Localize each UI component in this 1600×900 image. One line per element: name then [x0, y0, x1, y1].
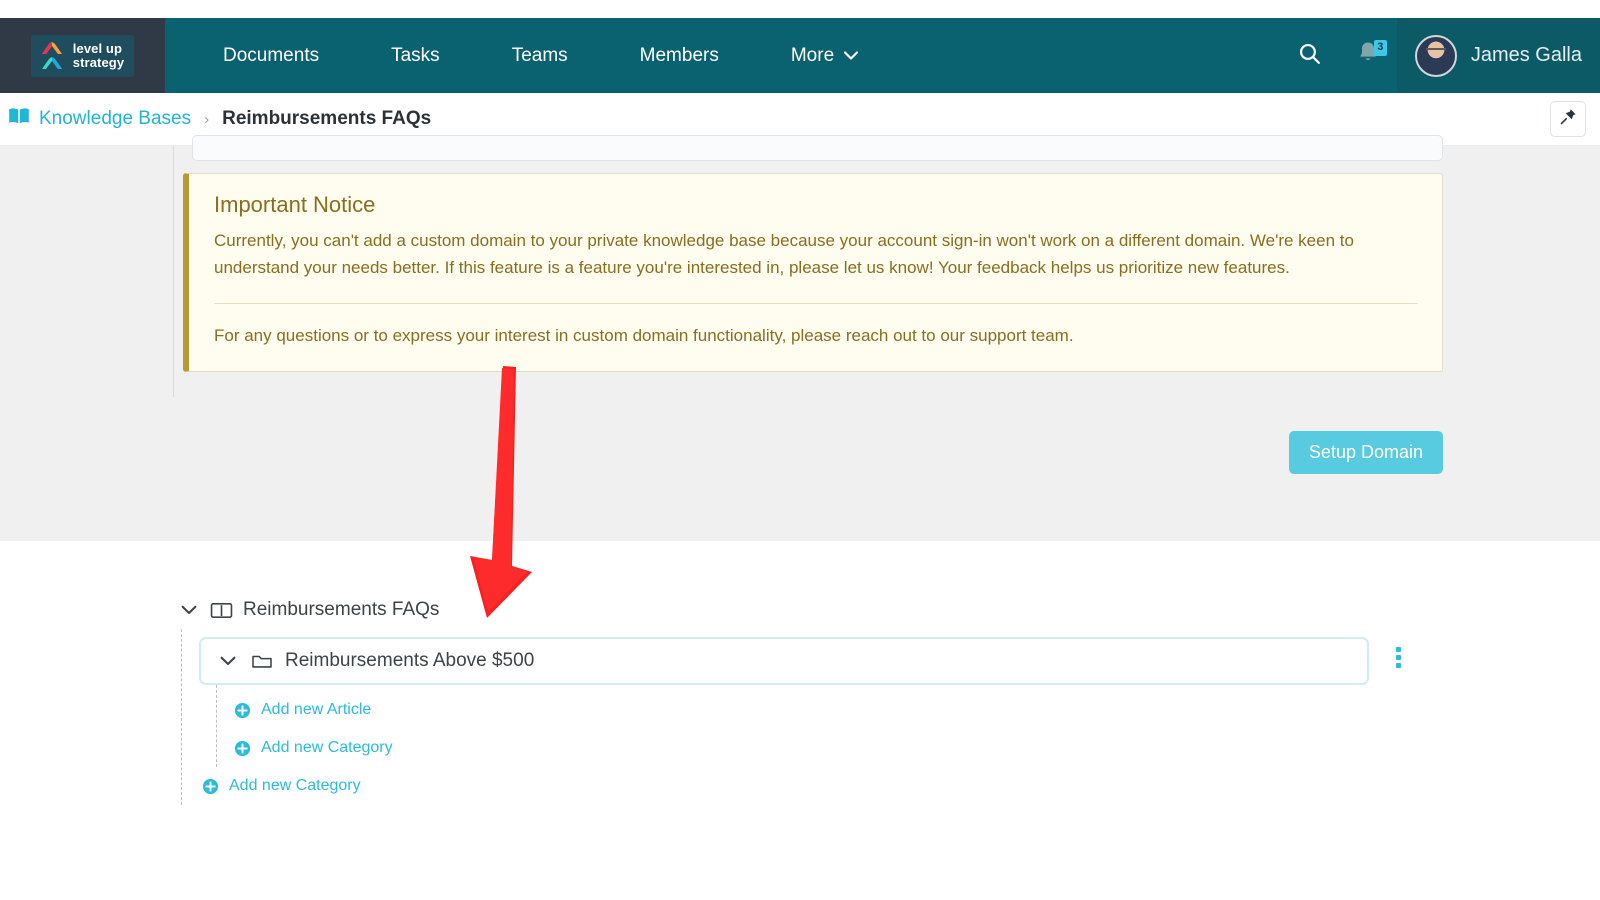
- notice-paragraph-2: For any questions or to express your int…: [214, 326, 1074, 345]
- domain-settings-panel: Important Notice Currently, you can't ad…: [0, 135, 1600, 541]
- notification-badge: 3: [1373, 40, 1387, 56]
- add-new-category-action-root[interactable]: Add new Category: [184, 767, 361, 805]
- nav-item-members[interactable]: Members: [604, 18, 755, 93]
- clipped-input-field[interactable]: [192, 135, 1443, 161]
- tree-root-row[interactable]: Reimbursements FAQs: [178, 591, 1600, 629]
- panel-left-rule: [173, 146, 174, 397]
- notice-title: Important Notice: [214, 192, 376, 217]
- folder-icon: [251, 652, 273, 670]
- nav-item-tasks-label: Tasks: [391, 44, 440, 66]
- user-name-label: James Galla: [1470, 44, 1582, 66]
- add-new-article-label: Add new Article: [261, 701, 372, 718]
- pin-button[interactable]: [1550, 101, 1586, 137]
- add-new-category-label-sub: Add new Category: [261, 739, 393, 756]
- book-open-icon: [210, 601, 233, 620]
- logo-text-line1: level up: [72, 40, 123, 56]
- tree-category-node-selected[interactable]: Reimbursements Above $500: [199, 637, 1369, 685]
- notice-paragraph-1: Currently, you can't add a custom domain…: [214, 231, 1354, 277]
- main-navigation-bar: level up strategy Documents Tasks Teams …: [0, 18, 1600, 93]
- setup-domain-button[interactable]: Setup Domain: [1288, 431, 1443, 474]
- nav-item-teams-label: Teams: [511, 44, 568, 66]
- knowledge-base-tree: Reimbursements FAQs Reimbursements Above…: [0, 541, 1600, 900]
- add-new-category-action-sub[interactable]: Add new Category: [216, 729, 393, 767]
- brand-logo[interactable]: level up strategy: [0, 18, 165, 93]
- tree-guide-line-sub: [216, 685, 217, 767]
- breadcrumb-knowledge-bases-label: Knowledge Bases: [39, 108, 192, 129]
- nav-item-more[interactable]: More: [755, 18, 894, 93]
- nav-item-members-label: Members: [639, 44, 719, 66]
- pin-icon: [1560, 108, 1577, 130]
- add-new-category-label-root: Add new Category: [229, 777, 361, 794]
- search-button[interactable]: [1281, 18, 1339, 93]
- breadcrumb-knowledge-bases[interactable]: Knowledge Bases: [8, 107, 191, 131]
- nav-item-documents[interactable]: Documents: [187, 18, 355, 93]
- setup-domain-row: Setup Domain: [1288, 431, 1443, 474]
- top-white-strip: [0, 0, 1600, 18]
- tree-root-label: Reimbursements FAQs: [243, 599, 440, 620]
- chevron-down-icon[interactable]: [178, 599, 200, 621]
- important-notice-callout: Important Notice Currently, you can't ad…: [183, 173, 1443, 372]
- user-menu[interactable]: James Galla: [1396, 18, 1600, 93]
- nav-item-documents-label: Documents: [223, 44, 320, 66]
- tree-category-children: Add new Article Add new Category: [216, 685, 1600, 767]
- plus-circle-icon: [234, 740, 251, 757]
- notice-divider: [214, 303, 1418, 304]
- logo-text-line2: strategy: [72, 54, 125, 70]
- chevron-down-icon: [844, 47, 859, 64]
- nav-links: Documents Tasks Teams Members More: [165, 18, 1281, 93]
- tree-category-label: Reimbursements Above $500: [285, 650, 535, 671]
- nav-item-tasks[interactable]: Tasks: [355, 18, 476, 93]
- tree-category-row: Reimbursements Above $500: [181, 629, 1600, 685]
- nav-item-more-label: More: [790, 44, 835, 66]
- breadcrumb-separator: ›: [204, 110, 210, 128]
- tree-root-children: Reimbursements Above $500 Add new Articl: [181, 629, 1600, 805]
- avatar: [1414, 34, 1457, 77]
- nav-right-cluster: 3 James Galla: [1281, 18, 1600, 93]
- chevrons-logo-icon: [39, 41, 65, 71]
- search-icon: [1297, 41, 1322, 71]
- nav-item-teams[interactable]: Teams: [476, 18, 604, 93]
- kebab-menu-icon[interactable]: [1383, 646, 1413, 668]
- chevron-down-icon[interactable]: [217, 650, 239, 672]
- book-icon: [8, 107, 30, 131]
- add-new-article-action[interactable]: Add new Article: [216, 691, 371, 729]
- plus-circle-icon: [234, 702, 251, 719]
- tree-guide-line: [181, 629, 182, 805]
- plus-circle-icon: [202, 778, 219, 795]
- notifications-button[interactable]: 3: [1339, 18, 1397, 93]
- breadcrumb-current: Reimbursements FAQs: [222, 108, 432, 129]
- tree-root-node: Reimbursements FAQs Reimbursements Above…: [178, 591, 1600, 805]
